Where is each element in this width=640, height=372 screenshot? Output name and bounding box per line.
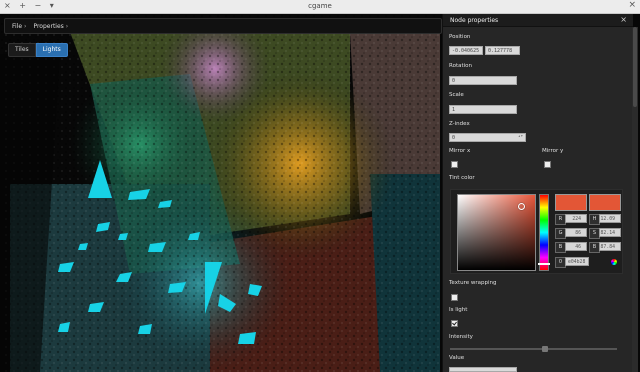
mirror-y-checkbox[interactable] bbox=[544, 161, 551, 168]
position-x-field[interactable]: -0.040625 bbox=[449, 46, 483, 55]
sv-marker[interactable] bbox=[518, 203, 525, 210]
panel-title: Node properties bbox=[450, 17, 499, 24]
texture-wrapping-checkbox[interactable] bbox=[451, 294, 458, 301]
panel-scrollbar[interactable] bbox=[632, 27, 638, 372]
texture-wrapping-label: Texture wrapping bbox=[449, 280, 497, 286]
intensity-slider[interactable] bbox=[450, 346, 617, 352]
window-titlebar: × + − ▾ cgame × bbox=[0, 0, 640, 14]
current-color-swatch bbox=[555, 194, 587, 211]
intensity-slider-thumb[interactable] bbox=[541, 346, 548, 352]
b-field[interactable]: 46 bbox=[565, 242, 587, 251]
zindex-label: Z-index bbox=[449, 121, 470, 127]
color-picker: R 224 H 12.09 G 86 S 82.14 B 46 B 87.84 … bbox=[450, 189, 623, 274]
hue-slider[interactable] bbox=[538, 194, 550, 271]
saturation-value-area[interactable] bbox=[457, 194, 536, 271]
lights-button[interactable]: Lights bbox=[35, 43, 68, 57]
window-title: cgame bbox=[308, 2, 332, 10]
zindex-value: 0 bbox=[452, 135, 456, 141]
is-light-checkbox[interactable] bbox=[451, 320, 458, 327]
panel-scrollbar-thumb[interactable] bbox=[633, 27, 637, 107]
close-icon[interactable]: × bbox=[620, 15, 627, 24]
window-close-icon[interactable]: × bbox=[628, 0, 636, 10]
texture-noise bbox=[0, 14, 440, 372]
previous-color-swatch[interactable] bbox=[589, 194, 621, 211]
scale-field[interactable]: 1 bbox=[449, 105, 517, 114]
position-y-field[interactable]: 0.127778 bbox=[485, 46, 520, 55]
s-field[interactable]: 82.14 bbox=[599, 228, 621, 237]
zindex-field[interactable]: 0 ▴▾ bbox=[449, 133, 526, 142]
h-field[interactable]: 12.09 bbox=[599, 214, 621, 223]
is-light-label: Is light bbox=[449, 307, 468, 313]
hex-field[interactable]: e04b28 bbox=[565, 257, 589, 266]
scale-label: Scale bbox=[449, 92, 464, 98]
hue-marker[interactable] bbox=[538, 263, 550, 265]
g-field[interactable]: 86 bbox=[565, 228, 587, 237]
panel-header: Node properties × bbox=[443, 14, 633, 27]
chevron-right-icon: › bbox=[24, 22, 27, 30]
r-field[interactable]: 224 bbox=[565, 214, 587, 223]
menu-file-label: File bbox=[12, 22, 23, 30]
value-label: Value bbox=[449, 355, 465, 361]
zindex-stepper[interactable]: ▴▾ bbox=[518, 134, 523, 138]
rotation-label: Rotation bbox=[449, 63, 473, 69]
brightness-field[interactable]: 87.84 bbox=[599, 242, 621, 251]
menu-bar: File › Properties › bbox=[4, 18, 442, 34]
tiles-button[interactable]: Tiles bbox=[8, 43, 36, 57]
intensity-label: Intensity bbox=[449, 334, 473, 340]
tint-color-label: Tint color bbox=[449, 175, 475, 181]
color-wheel-icon[interactable] bbox=[611, 259, 617, 265]
menu-properties-label: Properties bbox=[33, 22, 64, 30]
mirror-x-checkbox[interactable] bbox=[451, 161, 458, 168]
menu-properties[interactable]: Properties › bbox=[33, 23, 68, 30]
mirror-y-label: Mirror y bbox=[542, 148, 564, 154]
value-field[interactable] bbox=[449, 367, 517, 372]
position-label: Position bbox=[449, 34, 471, 40]
chevron-right-icon: › bbox=[65, 22, 69, 30]
mirror-x-label: Mirror x bbox=[449, 148, 471, 154]
mode-toggle: Tiles Lights bbox=[8, 43, 68, 57]
menu-file[interactable]: File › bbox=[12, 23, 26, 30]
rotation-field[interactable]: 0 bbox=[449, 76, 517, 85]
